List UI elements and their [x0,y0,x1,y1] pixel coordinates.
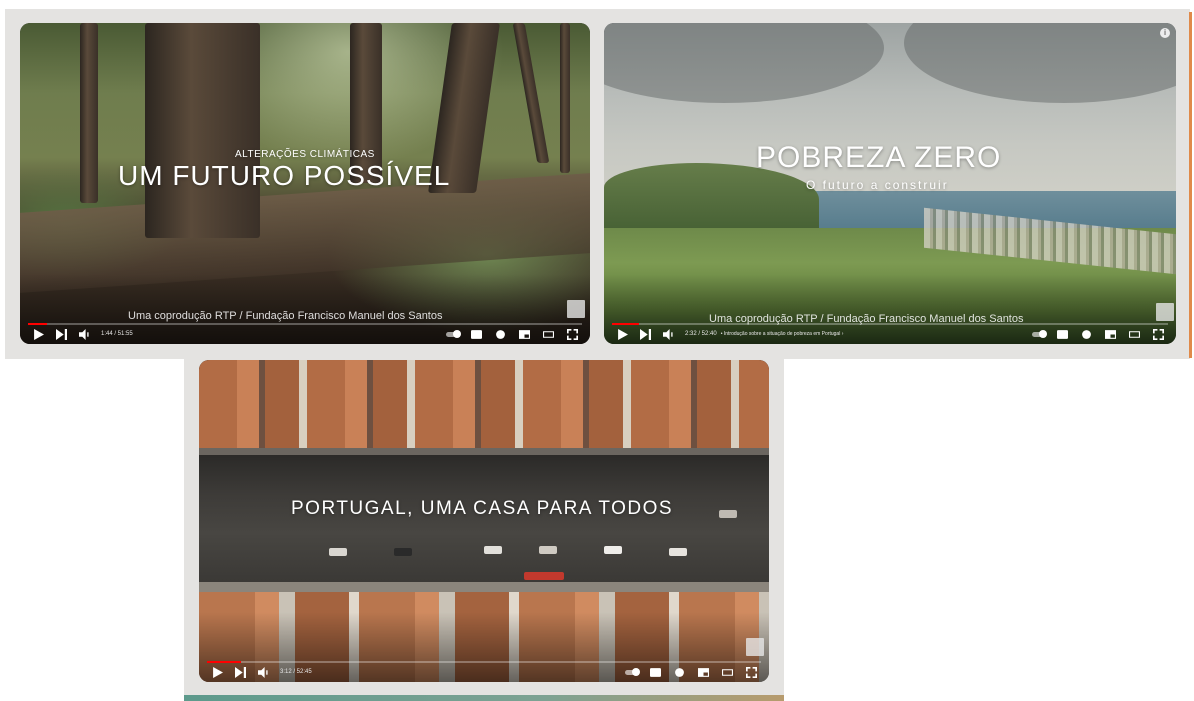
progress-bar[interactable] [28,323,582,325]
video-title: POBREZA ZERO [756,141,1002,174]
tree-trunk [145,23,260,238]
subtitles-icon[interactable] [1054,327,1070,341]
autoplay-toggle[interactable] [625,667,640,676]
broadcaster-logo [746,638,764,656]
autoplay-toggle[interactable] [1032,329,1047,338]
theater-icon[interactable] [719,665,735,679]
car [394,548,412,556]
fullscreen-icon[interactable] [743,665,759,679]
video-player-3[interactable]: PORTUGAL, UMA CASA PARA TODOS 3:12 / 52:… [199,360,769,682]
player-controls: 1:44 / 51:55 [30,326,580,342]
play-icon[interactable] [30,327,46,341]
time-display: 1:44 / 51:55 [101,331,133,337]
car [524,572,564,580]
car [719,510,737,518]
next-icon[interactable] [232,665,248,679]
progress-bar[interactable] [207,661,761,663]
video-subtitle: O futuro a construir [806,178,949,192]
time-display: 3:12 / 52:45 [280,669,312,675]
video-credit: Uma coprodução RTP / Fundação Francisco … [128,310,443,322]
miniplayer-icon[interactable] [516,327,532,341]
progress-fill [207,661,241,663]
volume-icon[interactable] [255,665,271,679]
miniplayer-icon[interactable] [1102,327,1118,341]
miniplayer-icon[interactable] [695,665,711,679]
broadcaster-logo [567,300,585,318]
video-supertitle: ALTERAÇÕES CLIMÁTICAS [235,149,375,160]
video-player-2[interactable]: i POBREZA ZERO O futuro a construir Uma … [604,23,1176,344]
fullscreen-icon[interactable] [564,327,580,341]
street [199,455,769,585]
rooftops [199,360,769,448]
chapter-title[interactable]: • Introdução sobre a situação de pobreza… [721,331,844,337]
footer-strip [184,695,784,701]
volume-icon[interactable] [76,327,92,341]
car [604,546,622,554]
video-title: UM FUTURO POSSÍVEL [118,160,451,191]
theater-icon[interactable] [1126,327,1142,341]
tree-trunk [560,23,570,173]
progress-bar[interactable] [612,323,1168,325]
subtitles-icon[interactable] [647,665,663,679]
play-icon[interactable] [209,665,225,679]
video-title: PORTUGAL, UMA CASA PARA TODOS [291,498,674,519]
gear-icon[interactable] [671,665,687,679]
subtitles-icon[interactable] [468,327,484,341]
progress-fill [612,323,639,325]
tree-trunk [80,23,98,203]
time-display: 2:32 / 52:40 [685,331,717,337]
car [669,548,687,556]
progress-fill [28,323,47,325]
fullscreen-icon[interactable] [1150,327,1166,341]
info-icon[interactable]: i [1160,28,1170,38]
theater-icon[interactable] [540,327,556,341]
next-icon[interactable] [53,327,69,341]
volume-icon[interactable] [660,327,676,341]
autoplay-toggle[interactable] [446,329,461,338]
play-icon[interactable] [614,327,630,341]
player-controls: 3:12 / 52:45 [209,664,759,680]
next-icon[interactable] [637,327,653,341]
car [539,546,557,554]
broadcaster-logo [1156,303,1174,321]
player-controls: 2:32 / 52:40 • Introdução sobre a situaç… [614,326,1166,342]
video-player-1[interactable]: ALTERAÇÕES CLIMÁTICAS UM FUTURO POSSÍVEL… [20,23,590,344]
accent-edge [1189,12,1192,358]
gear-icon[interactable] [1078,327,1094,341]
gear-icon[interactable] [492,327,508,341]
car [329,548,347,556]
car [484,546,502,554]
